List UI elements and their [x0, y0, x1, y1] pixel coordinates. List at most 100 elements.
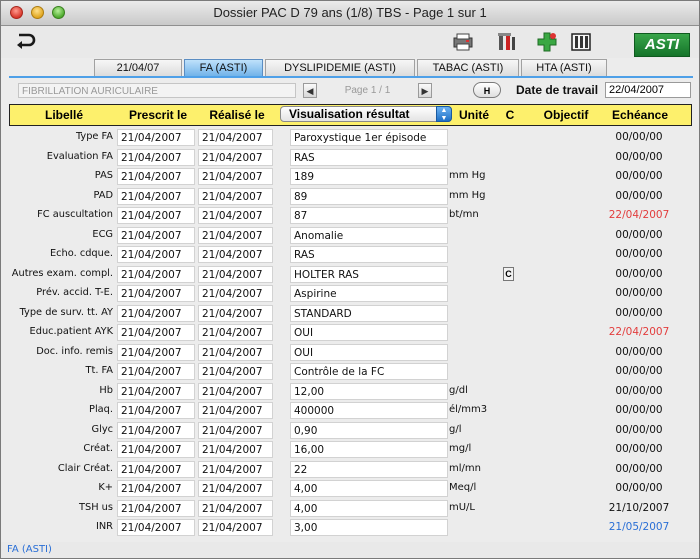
result-field[interactable]: STANDARD [290, 304, 448, 322]
table-row: PAD 21/04/2007 21/04/2007 89 mm Hg 00/00/00 [1, 187, 699, 207]
previous-page-button[interactable]: ◀ [303, 83, 317, 98]
result-field[interactable]: RAS [290, 148, 448, 166]
performed-date-field[interactable]: 21/04/2007 [198, 343, 273, 361]
back-button[interactable] [11, 30, 39, 54]
row-label: FC auscultation [37, 209, 113, 220]
prescribed-date-field[interactable]: 21/04/2007 [117, 187, 195, 205]
performed-date-field[interactable]: 21/04/2007 [198, 207, 273, 224]
performed-date-field[interactable]: 21/04/2007 [198, 460, 273, 478]
prescribed-date-field[interactable]: 21/04/2007 [117, 207, 195, 224]
row-label: Hb [99, 384, 113, 396]
table-row: FC auscultation 21/04/2007 21/04/2007 87 bt/… [1, 206, 699, 226]
prescribed-date-field[interactable]: 21/04/2007 [117, 246, 195, 263]
row-label: Type FA [75, 131, 113, 142]
result-field[interactable]: 4,00 [290, 499, 448, 517]
prescribed-date-field[interactable]: 21/04/2007 [117, 148, 195, 166]
performed-date-field[interactable]: 21/04/2007 [198, 480, 273, 497]
unit-label: mm Hg [449, 170, 486, 181]
comment-button[interactable]: C [503, 266, 514, 281]
add-button[interactable] [534, 30, 560, 54]
unit-label: ml/mn [449, 462, 481, 474]
prescribed-date-field[interactable]: 21/04/2007 [117, 402, 195, 419]
unit-label: g/dl [449, 384, 468, 396]
result-field[interactable]: 87 [290, 207, 448, 224]
result-field[interactable]: HOLTER RAS [290, 265, 448, 283]
prescribed-date-field[interactable]: 21/04/2007 [117, 129, 195, 146]
columns-button[interactable] [568, 30, 594, 54]
table-row: Echo. cdque. 21/04/2007 21/04/2007 RAS 00/00… [1, 245, 699, 265]
result-field[interactable]: RAS [290, 246, 448, 263]
performed-date-field[interactable]: 21/04/2007 [198, 382, 273, 400]
unit-label: él/mm3 [449, 404, 488, 415]
result-field[interactable]: 16,00 [290, 441, 448, 458]
prescribed-date-field[interactable]: 21/04/2007 [117, 285, 195, 302]
prescribed-date-field[interactable]: 21/04/2007 [117, 480, 195, 497]
table-row: Prév. accid. T-E. 21/04/2007 21/04/2007 Asp… [1, 284, 699, 304]
visualisation-select[interactable]: Visualisation résultat ▲ ▼ [280, 106, 452, 122]
prescribed-date-field[interactable]: 21/04/2007 [117, 441, 195, 458]
prescribed-date-field[interactable]: 21/04/2007 [117, 499, 195, 517]
unit-label: mg/l [449, 443, 472, 454]
prescribed-date-field[interactable]: 21/04/2007 [117, 460, 195, 478]
result-field[interactable]: OUI [290, 324, 448, 341]
prescribed-date-field[interactable]: 21/04/2007 [117, 304, 195, 322]
performed-date-field[interactable]: 21/04/2007 [198, 168, 273, 185]
table-row: PAS 21/04/2007 21/04/2007 189 mm Hg 00/00/00 [1, 167, 699, 187]
result-field[interactable]: 89 [290, 187, 448, 205]
tab-dyslipidemie[interactable]: DYSLIPIDEMIE (ASTI) [265, 59, 415, 76]
performed-date-field[interactable]: 21/04/2007 [198, 499, 273, 517]
result-field[interactable]: 0,90 [290, 421, 448, 439]
window-title: Dossier PAC D 79 ans (1/8) TBS - Page 1 … [213, 5, 487, 20]
performed-date-field[interactable]: 21/04/2007 [198, 148, 273, 166]
performed-date-field[interactable]: 21/04/2007 [198, 187, 273, 205]
result-field[interactable]: 22 [290, 460, 448, 478]
tab-hta[interactable]: HTA (ASTI) [521, 59, 607, 76]
prescribed-date-field[interactable]: 21/04/2007 [117, 226, 195, 244]
result-field[interactable]: Anomalie [290, 226, 448, 244]
printer-button[interactable] [450, 30, 476, 54]
performed-date-field[interactable]: 21/04/2007 [198, 441, 273, 458]
table-row: INR 21/04/2007 21/04/2007 3,00 21/05/2007 [1, 518, 699, 538]
performed-date-field[interactable]: 21/04/2007 [198, 265, 273, 283]
work-date-field[interactable]: 22/04/2007 [605, 82, 691, 98]
performed-date-field[interactable]: 21/04/2007 [198, 226, 273, 244]
due-date: 00/00/00 [615, 423, 663, 436]
result-field[interactable]: 12,00 [290, 382, 448, 400]
prescribed-date-field[interactable]: 21/04/2007 [117, 382, 195, 400]
due-date: 00/00/00 [615, 189, 663, 202]
performed-date-field[interactable]: 21/04/2007 [198, 421, 273, 439]
row-label: Evaluation FA [46, 150, 113, 162]
result-field[interactable]: 4,00 [290, 480, 448, 497]
performed-date-field[interactable]: 21/04/2007 [198, 246, 273, 263]
performed-date-field[interactable]: 21/04/2007 [198, 402, 273, 419]
due-date: 00/00/00 [615, 228, 663, 241]
tab-tabac[interactable]: TABAC (ASTI) [417, 59, 519, 76]
tab-date[interactable]: 21/04/07 [94, 59, 182, 76]
performed-date-field[interactable]: 21/04/2007 [198, 324, 273, 341]
prescribed-date-field[interactable]: 21/04/2007 [117, 265, 195, 283]
result-field[interactable]: OUI [290, 343, 448, 361]
result-field[interactable]: 189 [290, 168, 448, 185]
next-page-button[interactable]: ▶ [418, 83, 432, 98]
prescribed-date-field[interactable]: 21/04/2007 [117, 421, 195, 439]
result-field[interactable]: 3,00 [290, 519, 448, 536]
prescribed-date-field[interactable]: 21/04/2007 [117, 343, 195, 361]
prescribed-date-field[interactable]: 21/04/2007 [117, 363, 195, 380]
tab-fa-asti[interactable]: FA (ASTI) [184, 59, 263, 76]
performed-date-field[interactable]: 21/04/2007 [198, 519, 273, 536]
performed-date-field[interactable]: 21/04/2007 [198, 129, 273, 146]
prescribed-date-field[interactable]: 21/04/2007 [117, 519, 195, 536]
table-row: Clair Créat. 21/04/2007 21/04/2007 22 ml/mn 0… [1, 460, 699, 480]
prescribed-date-field[interactable]: 21/04/2007 [117, 168, 195, 185]
tools-button[interactable] [494, 30, 520, 54]
history-button[interactable]: H [473, 82, 501, 98]
result-field[interactable]: Aspirine [290, 285, 448, 302]
result-field[interactable]: Paroxystique 1er épisode [290, 129, 448, 146]
performed-date-field[interactable]: 21/04/2007 [198, 304, 273, 322]
performed-date-field[interactable]: 21/04/2007 [198, 363, 273, 380]
result-field[interactable]: Contrôle de la FC [290, 363, 448, 380]
row-label: Plaq. [89, 404, 113, 415]
result-field[interactable]: 400000 [290, 402, 448, 419]
performed-date-field[interactable]: 21/04/2007 [198, 285, 273, 302]
prescribed-date-field[interactable]: 21/04/2007 [117, 324, 195, 341]
